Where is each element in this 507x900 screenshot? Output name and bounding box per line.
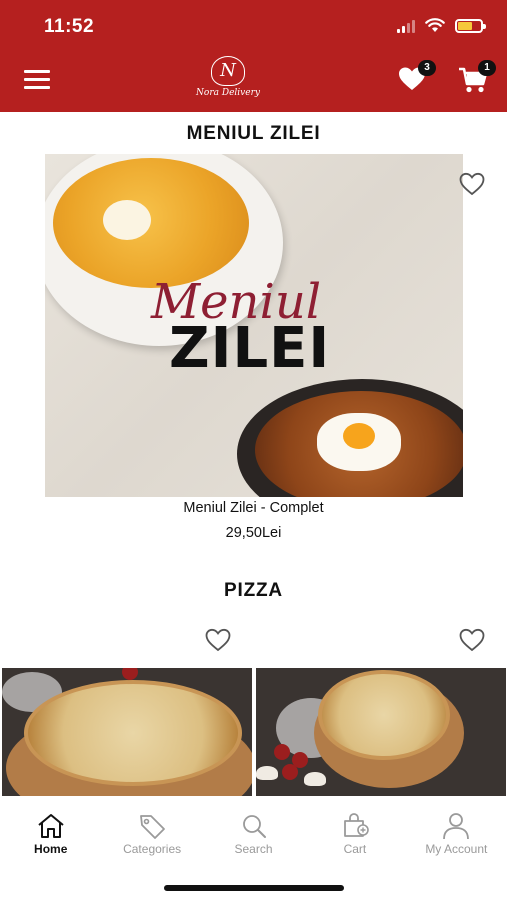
brand-logo[interactable]: N Nora Delivery (188, 56, 268, 106)
battery-icon (455, 18, 486, 33)
status-time: 11:52 (44, 16, 95, 37)
section-title-daily-menu: MENIUL ZILEI (186, 123, 321, 144)
product-price: 29,50Lei (225, 525, 282, 541)
status-icons (397, 18, 486, 33)
heart-outline-icon (459, 172, 485, 196)
tag-icon (140, 815, 166, 839)
favorite-toggle-daily-menu[interactable] (459, 172, 485, 196)
tab-my-account-label: My Account (425, 842, 488, 856)
tab-cart[interactable]: Cart (304, 800, 405, 868)
bottom-tab-bar: Home Categories Search Cart My Account (0, 800, 507, 868)
favorite-toggle-pizza-2[interactable] (459, 628, 485, 652)
user-icon (443, 813, 470, 840)
tab-home[interactable]: Home (0, 800, 101, 868)
home-icon (38, 814, 64, 838)
daily-menu-image[interactable]: Meniul ZILEI (45, 154, 463, 497)
cart-button[interactable]: 1 (458, 60, 496, 96)
favorites-count-badge: 3 (418, 60, 436, 76)
product-name[interactable]: Meniul Zilei - Complet (0, 500, 507, 516)
pizza-image-2[interactable] (256, 668, 506, 796)
tab-my-account[interactable]: My Account (406, 800, 507, 868)
bag-icon (344, 813, 369, 837)
signal-icon (397, 19, 415, 33)
home-indicator[interactable] (164, 885, 344, 891)
menu-button[interactable] (24, 70, 50, 90)
banner-big-text: ZILEI (169, 316, 331, 381)
app-header: 11:52 N Nora Delivery 3 1 (0, 0, 507, 112)
heart-outline-icon (205, 628, 231, 652)
wifi-icon (425, 18, 445, 32)
section-title-pizza: PIZZA (224, 580, 283, 601)
skillet-plate (237, 379, 463, 497)
cart-count-badge: 1 (478, 60, 496, 76)
tab-search-label: Search (234, 842, 273, 856)
pizza-image-1[interactable] (2, 668, 252, 796)
search-icon (242, 815, 266, 838)
favorite-toggle-pizza-1[interactable] (205, 628, 231, 652)
favorites-button[interactable]: 3 (398, 60, 436, 96)
tab-categories-label: Categories (123, 842, 182, 856)
tab-search[interactable]: Search (203, 800, 304, 868)
tab-categories[interactable]: Categories (101, 800, 202, 868)
tab-cart-label: Cart (343, 842, 367, 856)
tab-home-label: Home (34, 842, 68, 856)
heart-outline-icon (459, 628, 485, 652)
